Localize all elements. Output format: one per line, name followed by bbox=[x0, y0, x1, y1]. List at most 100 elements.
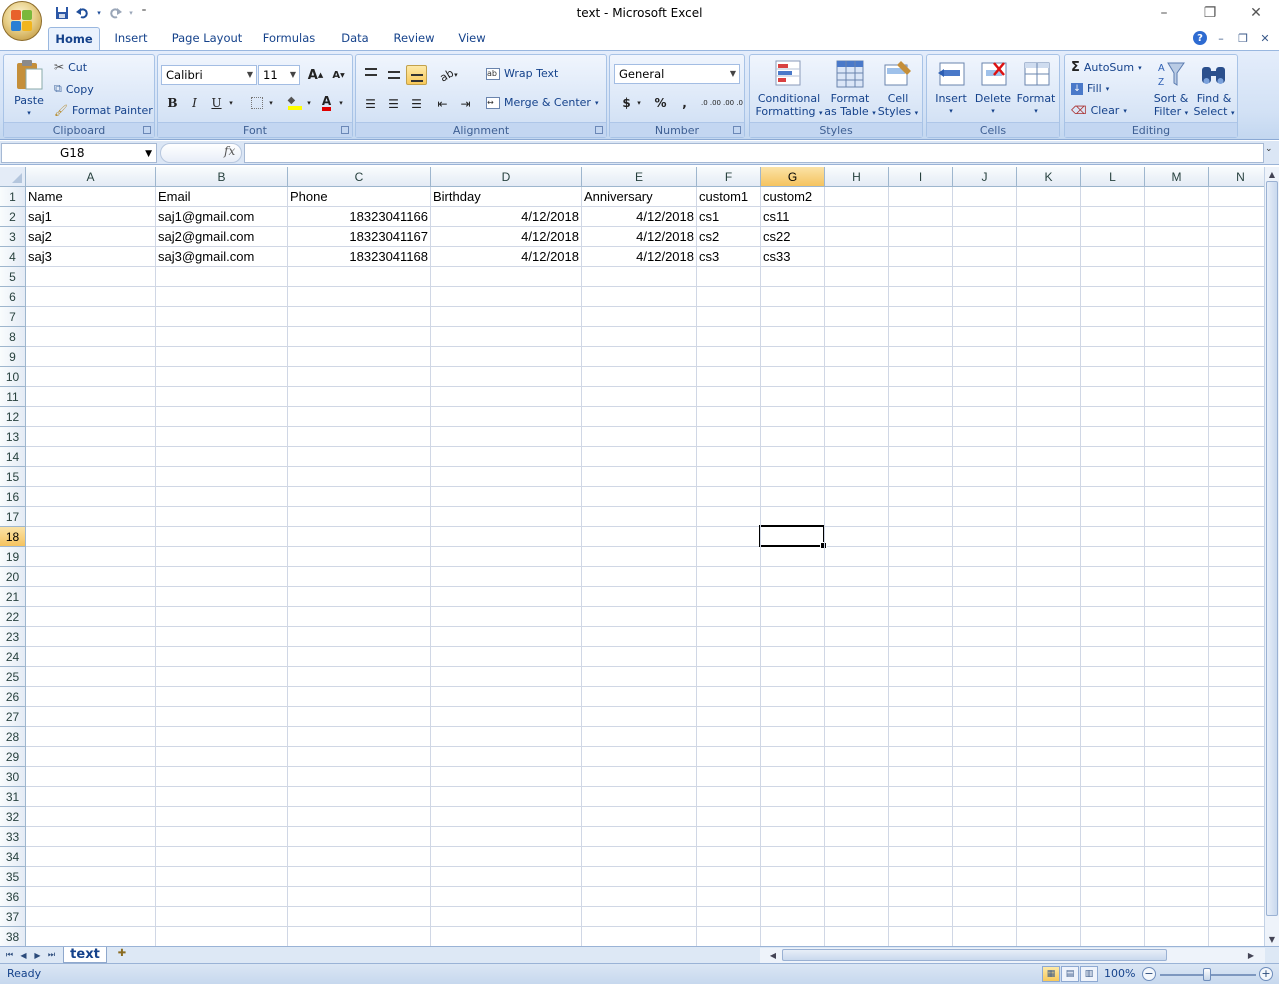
close-button[interactable]: ✕ bbox=[1233, 0, 1279, 26]
last-sheet-icon[interactable]: ⏭ bbox=[45, 948, 58, 962]
comma-button[interactable]: , bbox=[674, 93, 695, 113]
cell-d4[interactable]: 4/12/2018 bbox=[431, 247, 581, 267]
normal-view-button[interactable]: ▦ bbox=[1042, 966, 1060, 982]
row-header-27[interactable]: 27 bbox=[0, 707, 26, 727]
fill-button[interactable]: ↓ Fill ▾ bbox=[1071, 82, 1109, 95]
increase-indent-button[interactable]: ⇥ bbox=[455, 94, 476, 114]
column-header-m[interactable]: M bbox=[1145, 167, 1209, 187]
cell-c2[interactable]: 18323041166 bbox=[288, 207, 430, 227]
row-header-33[interactable]: 33 bbox=[0, 827, 26, 847]
increase-decimal-button[interactable]: .0 .00 bbox=[700, 93, 722, 113]
scroll-down-icon[interactable]: ▼ bbox=[1265, 932, 1279, 946]
cell-a4[interactable]: saj3 bbox=[26, 247, 155, 267]
tab-page-layout[interactable]: Page Layout bbox=[166, 27, 248, 50]
clipboard-launcher-icon[interactable] bbox=[143, 126, 151, 134]
copy-button[interactable]: ⧉ Copy bbox=[54, 82, 94, 96]
insert-cells-button[interactable]: Insert ▾ bbox=[931, 59, 971, 118]
column-header-c[interactable]: C bbox=[288, 167, 431, 187]
column-header-f[interactable]: F bbox=[697, 167, 761, 187]
orientation-button[interactable]: ab ▾ bbox=[434, 65, 464, 85]
format-as-table-button[interactable]: Format as Table ▾ bbox=[824, 59, 876, 120]
cell-f4[interactable]: cs3 bbox=[697, 247, 760, 267]
cell-e3[interactable]: 4/12/2018 bbox=[582, 227, 696, 247]
cut-button[interactable]: ✂ Cut bbox=[54, 60, 87, 74]
align-middle-button[interactable] bbox=[383, 65, 404, 85]
cell-e1[interactable]: Anniversary bbox=[582, 187, 696, 207]
row-header-36[interactable]: 36 bbox=[0, 887, 26, 907]
row-header-25[interactable]: 25 bbox=[0, 667, 26, 687]
column-header-l[interactable]: L bbox=[1081, 167, 1145, 187]
row-header-17[interactable]: 17 bbox=[0, 507, 26, 527]
row-header-24[interactable]: 24 bbox=[0, 647, 26, 667]
shrink-font-button[interactable]: A ▼ bbox=[328, 65, 349, 85]
cell-c3[interactable]: 18323041167 bbox=[288, 227, 430, 247]
cell-b1[interactable]: Email bbox=[156, 187, 287, 207]
tab-data[interactable]: Data bbox=[334, 27, 376, 50]
first-sheet-icon[interactable]: ⏮ bbox=[3, 948, 16, 962]
row-header-4[interactable]: 4 bbox=[0, 247, 26, 267]
find-select-button[interactable]: Find & Select ▾ bbox=[1193, 59, 1235, 120]
bold-button[interactable]: B bbox=[162, 93, 183, 113]
column-header-n[interactable]: N bbox=[1209, 167, 1264, 187]
percent-button[interactable]: % bbox=[650, 93, 671, 113]
row-header-21[interactable]: 21 bbox=[0, 587, 26, 607]
row-header-35[interactable]: 35 bbox=[0, 867, 26, 887]
cell-a3[interactable]: saj2 bbox=[26, 227, 155, 247]
column-header-e[interactable]: E bbox=[582, 167, 697, 187]
font-color-button[interactable]: A bbox=[316, 93, 337, 113]
clear-button[interactable]: ⌫ Clear ▾ bbox=[1071, 104, 1127, 117]
row-header-37[interactable]: 37 bbox=[0, 907, 26, 927]
row-header-5[interactable]: 5 bbox=[0, 267, 26, 287]
cell-a2[interactable]: saj1 bbox=[26, 207, 155, 227]
row-header-6[interactable]: 6 bbox=[0, 287, 26, 307]
decrease-indent-button[interactable]: ⇤ bbox=[432, 94, 453, 114]
minimize-button[interactable]: – bbox=[1141, 0, 1187, 26]
cell-area[interactable]: Name Email Phone Birthday Anniversary custom1… bbox=[26, 187, 1264, 946]
page-break-view-button[interactable]: ▥ bbox=[1080, 966, 1098, 982]
zoom-level[interactable]: 100% bbox=[1104, 967, 1135, 980]
insert-sheet-icon[interactable]: ✚ bbox=[110, 948, 134, 962]
row-header-30[interactable]: 30 bbox=[0, 767, 26, 787]
formula-input[interactable] bbox=[244, 143, 1264, 163]
column-header-d[interactable]: D bbox=[431, 167, 582, 187]
font-launcher-icon[interactable] bbox=[341, 126, 349, 134]
autosum-button[interactable]: Σ AutoSum ▾ bbox=[1071, 60, 1142, 75]
grow-font-button[interactable]: A ▲ bbox=[305, 65, 326, 85]
row-header-23[interactable]: 23 bbox=[0, 627, 26, 647]
merge-center-button[interactable]: ↔ Merge & Center ▾ bbox=[486, 96, 598, 109]
row-header-38[interactable]: 38 bbox=[0, 927, 26, 946]
column-header-a[interactable]: A bbox=[26, 167, 156, 187]
row-header-32[interactable]: 32 bbox=[0, 807, 26, 827]
cell-a1[interactable]: Name bbox=[26, 187, 155, 207]
row-header-3[interactable]: 3 bbox=[0, 227, 26, 247]
conditional-formatting-button[interactable]: Conditional Formatting ▾ bbox=[752, 59, 826, 120]
alignment-launcher-icon[interactable] bbox=[595, 126, 603, 134]
decrease-decimal-button[interactable]: .00 .0 bbox=[722, 93, 744, 113]
row-header-19[interactable]: 19 bbox=[0, 547, 26, 567]
tab-home[interactable]: Home bbox=[48, 27, 100, 50]
row-header-13[interactable]: 13 bbox=[0, 427, 26, 447]
cell-b2[interactable]: saj1@gmail.com bbox=[156, 207, 287, 227]
cell-b4[interactable]: saj3@gmail.com bbox=[156, 247, 287, 267]
cell-g4[interactable]: cs33 bbox=[761, 247, 824, 267]
row-header-34[interactable]: 34 bbox=[0, 847, 26, 867]
workbook-close-icon[interactable]: ✕ bbox=[1257, 30, 1273, 46]
zoom-in-button[interactable]: + bbox=[1259, 967, 1273, 981]
column-header-k[interactable]: K bbox=[1017, 167, 1081, 187]
row-header-12[interactable]: 12 bbox=[0, 407, 26, 427]
cell-g2[interactable]: cs11 bbox=[761, 207, 824, 227]
prev-sheet-icon[interactable]: ◀ bbox=[17, 948, 30, 962]
row-header-14[interactable]: 14 bbox=[0, 447, 26, 467]
align-top-button[interactable] bbox=[360, 65, 381, 85]
row-header-22[interactable]: 22 bbox=[0, 607, 26, 627]
row-header-15[interactable]: 15 bbox=[0, 467, 26, 487]
paste-button[interactable]: Paste ▾ bbox=[8, 59, 50, 119]
cell-d3[interactable]: 4/12/2018 bbox=[431, 227, 581, 247]
column-header-h[interactable]: H bbox=[825, 167, 889, 187]
column-header-j[interactable]: J bbox=[953, 167, 1017, 187]
cell-b3[interactable]: saj2@gmail.com bbox=[156, 227, 287, 247]
align-left-button[interactable]: ☰ bbox=[360, 94, 381, 114]
help-icon[interactable]: ? bbox=[1193, 31, 1207, 45]
tab-review[interactable]: Review bbox=[388, 27, 440, 50]
sheet-tab-text[interactable]: text bbox=[63, 947, 107, 963]
